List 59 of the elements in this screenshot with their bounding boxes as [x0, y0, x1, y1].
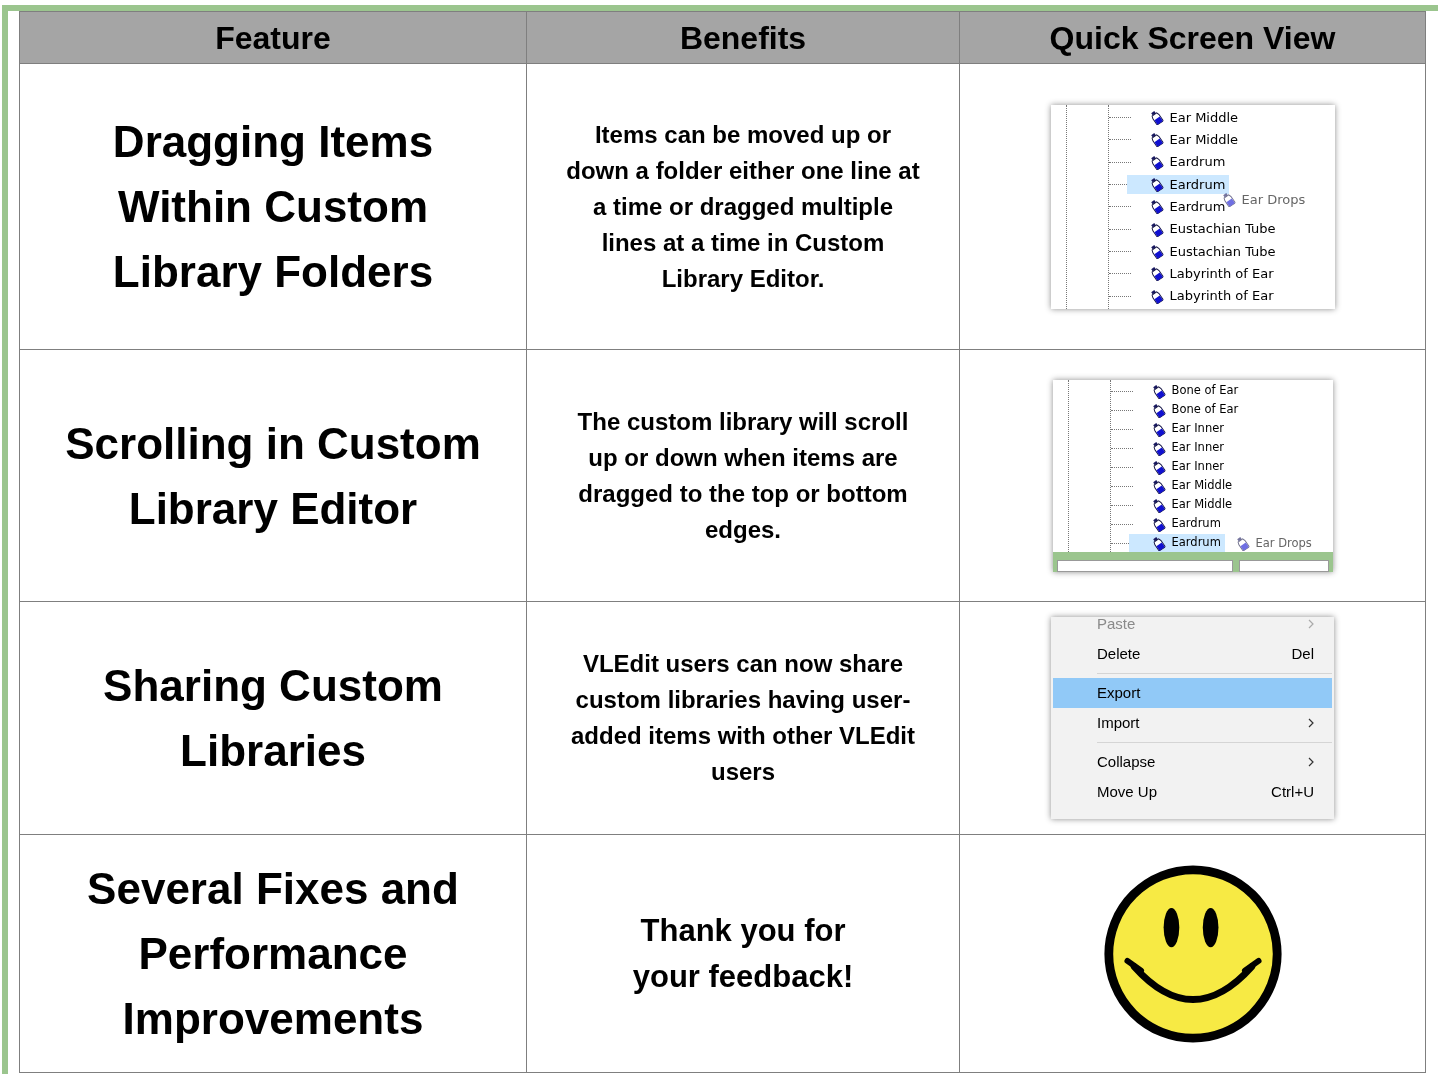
column-header: Feature: [19, 11, 527, 64]
benefits-cell: Thank you for your feedback!: [526, 834, 960, 1073]
bottle-icon: [1150, 402, 1166, 418]
column-header: Benefits: [526, 11, 960, 64]
menu-item[interactable]: Export: [1053, 678, 1332, 708]
tree-item[interactable]: Eustachian Tube: [1148, 219, 1280, 239]
bottle-icon: [1148, 221, 1164, 237]
tree-item[interactable]: Ear Inner: [1150, 458, 1228, 476]
tree-item[interactable]: Labyrinth of Ear: [1148, 286, 1278, 306]
bottle-icon: [1148, 154, 1164, 170]
tree-item[interactable]: Bone of Ear: [1150, 382, 1243, 400]
menu-item[interactable]: Import: [1053, 708, 1332, 738]
chevron-icon: [1308, 718, 1314, 728]
tree-item[interactable]: Bone of Ear: [1150, 401, 1243, 419]
feature-cell: Dragging Items Within Custom Library Folders: [19, 63, 527, 350]
bottle-icon: [1148, 177, 1164, 193]
benefits-cell: VLEdit users can now share custom libraries having user-added items with other VLEdit users: [526, 601, 960, 835]
benefits-cell: Items can be moved up or down a folder either one line at a time or dragged multiple lines at a time in Custom Library Editor.: [526, 63, 960, 350]
bottle-icon: [1148, 266, 1164, 282]
bottle-icon: [1148, 110, 1164, 126]
chevron-icon: [1308, 619, 1314, 629]
tree-item[interactable]: Eustachian Tube: [1148, 241, 1280, 262]
tree-item[interactable]: Ear Inner: [1150, 439, 1228, 457]
bottle-icon: [1150, 516, 1166, 532]
bottle-icon: [1150, 383, 1166, 399]
benefits-cell: The custom library will scroll up or down when items are dragged to the top or bottom edges.: [526, 349, 960, 602]
chevron-icon: [1308, 757, 1314, 767]
bottle-icon: [1148, 199, 1164, 215]
tree-item[interactable]: Eardrum: [1126, 174, 1230, 195]
bottle-icon: [1150, 497, 1166, 513]
bottle-icon: [1150, 478, 1166, 494]
column-header: Quick Screen View: [959, 11, 1426, 64]
tree-item[interactable]: Eardrum: [1148, 197, 1230, 217]
bottle-icon: [1150, 459, 1166, 475]
bottle-icon: [1150, 535, 1166, 551]
bottle-icon: [1148, 132, 1164, 148]
bottle-icon: [1148, 243, 1164, 259]
tree-item[interactable]: Labyrinth of Ear: [1148, 263, 1278, 284]
tree-item[interactable]: Ear Middle: [1148, 107, 1243, 128]
tree-item[interactable]: Eardrum: [1148, 152, 1230, 172]
tree-item[interactable]: Ear Middle: [1150, 477, 1237, 495]
bottle-icon: [1234, 535, 1250, 551]
bottle-icon: [1150, 421, 1166, 437]
tree-item[interactable]: Ear Inner: [1150, 420, 1228, 438]
drag-ghost: Ear Drops: [1234, 534, 1312, 552]
tree-item[interactable]: Ear Middle: [1150, 496, 1237, 514]
bottle-icon: [1150, 440, 1166, 456]
tree-item[interactable]: Ear Middle: [1148, 130, 1243, 150]
feature-cell: Sharing Custom Libraries: [19, 601, 527, 835]
menu-item[interactable]: Collapse: [1053, 747, 1332, 777]
tree-item[interactable]: Eardrum: [1128, 534, 1225, 552]
menu-item[interactable]: Delete Del: [1053, 639, 1332, 669]
shortcut-label: Ctrl+U: [1271, 781, 1314, 802]
tree-item[interactable]: Eardrum: [1150, 515, 1225, 533]
bottle-icon: [1148, 288, 1164, 304]
feature-cell: Several Fixes and Performance Improvements: [19, 834, 527, 1073]
shortcut-label: Del: [1291, 643, 1314, 664]
feature-cell: Scrolling in Custom Library Editor: [19, 349, 527, 602]
menu-item[interactable]: Move Up Ctrl+U: [1053, 777, 1332, 807]
